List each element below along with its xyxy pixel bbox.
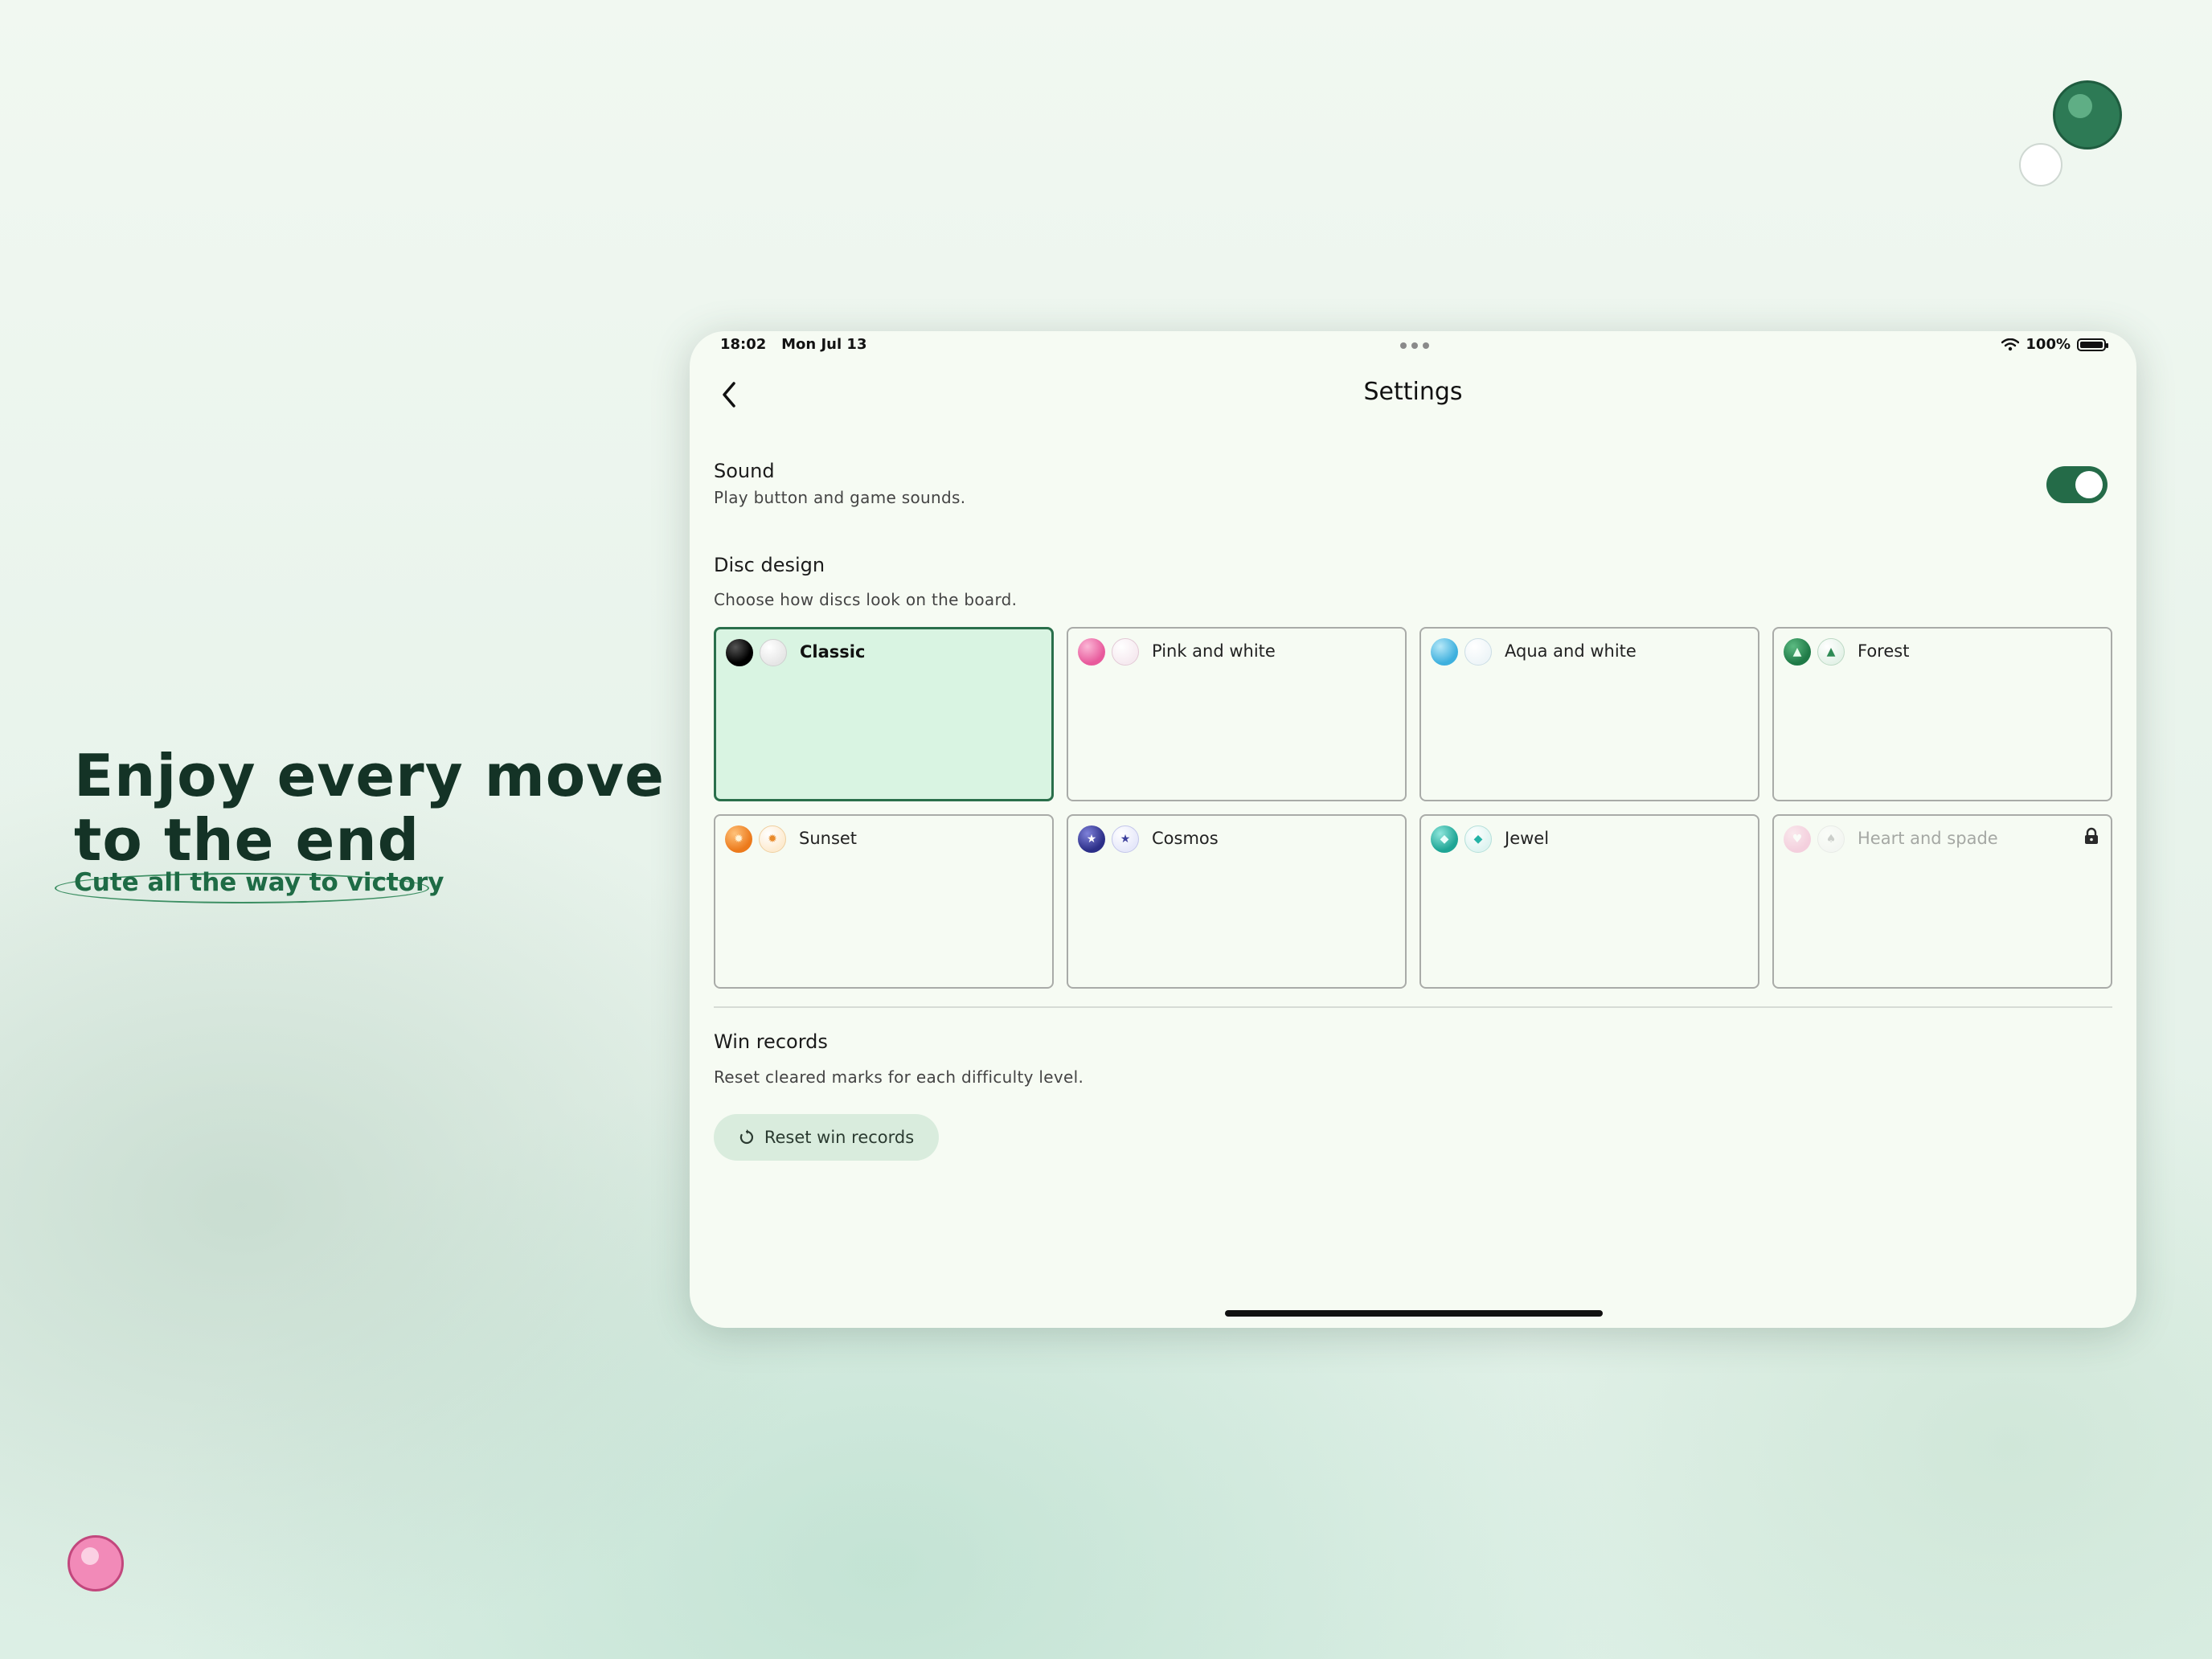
disc-option-label: Pink and white <box>1152 641 1276 661</box>
disc-option-cosmos[interactable]: ★ ★ Cosmos <box>1067 814 1407 989</box>
star-icon: ★ <box>1112 825 1139 853</box>
star-icon: ★ <box>1078 825 1105 853</box>
section-divider <box>714 1006 2112 1008</box>
battery-icon <box>2077 338 2108 351</box>
promo-tagline: Cute all the way to victory <box>55 868 444 903</box>
tablet-screen: 18:02 Mon Jul 13 100% Settings Sound Pla… <box>690 331 2136 1328</box>
disc-preview <box>726 639 787 666</box>
sun-icon: ✹ <box>759 825 786 853</box>
disc-option-jewel[interactable]: ◆ ◆ Jewel <box>1419 814 1759 989</box>
status-time: 18:02 <box>720 336 767 353</box>
white-disc-icon <box>1464 638 1492 666</box>
disc-preview <box>1431 638 1492 666</box>
disc-option-forest[interactable]: ▲ ▲ Forest <box>1772 627 2112 801</box>
disc-preview: ▲ ▲ <box>1784 638 1845 666</box>
gem-icon: ◆ <box>1464 825 1492 853</box>
disc-option-classic[interactable]: Classic <box>714 627 1054 801</box>
white-disc-decoration <box>2019 143 2062 186</box>
disc-option-label: Aqua and white <box>1505 641 1636 661</box>
disc-option-pink-and-white[interactable]: Pink and white <box>1067 627 1407 801</box>
reset-win-records-button[interactable]: Reset win records <box>714 1114 939 1161</box>
page-title: Settings <box>1363 378 1463 406</box>
tree-icon: ▲ <box>1784 638 1811 666</box>
disc-option-label: Heart and spade <box>1858 829 1998 848</box>
white-disc-icon <box>1112 638 1139 666</box>
reset-button-label: Reset win records <box>764 1128 915 1147</box>
tagline-text: Cute all the way to victory <box>74 868 444 897</box>
pink-disc-decoration <box>68 1535 124 1591</box>
disc-preview: ★ ★ <box>1078 825 1139 853</box>
tree-icon: ▲ <box>1817 638 1845 666</box>
disc-option-label: Jewel <box>1505 829 1550 848</box>
promo-headline: Enjoy every move to the end <box>74 743 665 872</box>
home-indicator[interactable] <box>1225 1310 1603 1317</box>
disc-preview: ◆ ◆ <box>1431 825 1492 853</box>
disc-preview <box>1078 638 1139 666</box>
disc-option-aqua-and-white[interactable]: Aqua and white <box>1419 627 1759 801</box>
disc-option-label: Cosmos <box>1152 829 1219 848</box>
lock-icon <box>2085 827 2098 844</box>
sound-subtitle: Play button and game sounds. <box>714 488 966 507</box>
white-disc-icon <box>760 639 787 666</box>
status-time-date: 18:02 Mon Jul 13 <box>720 336 866 353</box>
gem-icon: ◆ <box>1431 825 1458 853</box>
toggle-knob <box>2075 471 2103 498</box>
reset-icon <box>739 1129 753 1145</box>
disc-design-title: Disc design <box>714 554 825 576</box>
disc-preview: ✹ ✹ <box>725 825 786 853</box>
disc-option-heart-and-spade[interactable]: ♥ ♠ Heart and spade <box>1772 814 2112 989</box>
heart-icon: ♥ <box>1784 825 1811 853</box>
green-disc-decoration <box>2053 80 2122 150</box>
headline-line-2: to the end <box>74 806 420 874</box>
battery-percent: 100% <box>2026 336 2071 353</box>
sound-title: Sound <box>714 460 775 482</box>
win-records-subtitle: Reset cleared marks for each difficulty … <box>714 1067 1084 1087</box>
disc-option-sunset[interactable]: ✹ ✹ Sunset <box>714 814 1054 989</box>
status-date: Mon Jul 13 <box>781 336 867 353</box>
disc-option-label: Classic <box>800 642 866 662</box>
disc-option-label: Sunset <box>799 829 858 848</box>
multitasking-dots-icon[interactable] <box>1400 342 1429 349</box>
black-disc-icon <box>726 639 753 666</box>
sun-icon: ✹ <box>725 825 752 853</box>
wifi-icon <box>2001 338 2020 350</box>
disc-option-label: Forest <box>1858 641 1910 661</box>
disc-preview: ♥ ♠ <box>1784 825 1845 853</box>
disc-design-grid: Classic Pink and white Aqua and white ▲ … <box>714 627 2112 989</box>
status-indicators: 100% <box>2001 336 2108 353</box>
sound-toggle[interactable] <box>2046 466 2108 503</box>
aqua-disc-icon <box>1431 638 1458 666</box>
pink-disc-icon <box>1078 638 1105 666</box>
headline-line-1: Enjoy every move <box>74 742 665 809</box>
spade-icon: ♠ <box>1817 825 1845 853</box>
disc-design-subtitle: Choose how discs look on the board. <box>714 590 1018 609</box>
win-records-title: Win records <box>714 1030 828 1053</box>
